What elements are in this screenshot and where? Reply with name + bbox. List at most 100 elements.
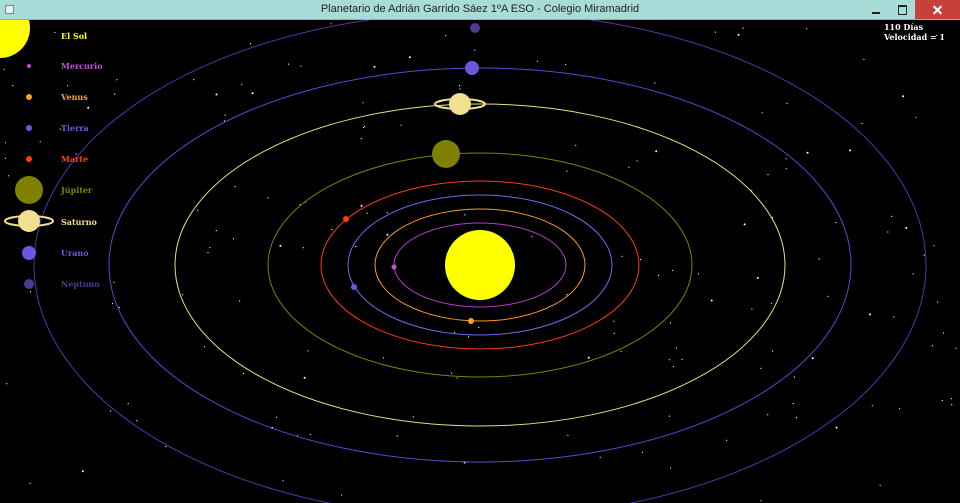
legend-label-mars: Marte	[61, 154, 89, 164]
star	[742, 27, 744, 29]
star	[136, 420, 138, 422]
close-button[interactable]	[915, 0, 960, 19]
maximize-button[interactable]	[889, 0, 915, 19]
starfield-svg	[0, 20, 957, 503]
star	[331, 228, 333, 231]
star	[113, 281, 115, 283]
star	[806, 151, 809, 154]
star	[193, 79, 195, 81]
star	[669, 322, 672, 324]
star	[566, 170, 568, 172]
planet-mars	[343, 216, 349, 222]
star	[112, 303, 114, 305]
star	[232, 238, 235, 240]
star	[6, 383, 8, 385]
star	[912, 273, 914, 275]
star	[330, 23, 332, 25]
star	[937, 301, 939, 303]
planetarium-canvas[interactable]: El Sol Mercurio Venus Tierra Marte Júpit…	[0, 20, 960, 503]
saturn-icon	[4, 210, 54, 232]
venus-icon	[26, 94, 32, 100]
info-panel: 110 Días Velocidad = 1	[884, 22, 945, 42]
star	[81, 470, 84, 473]
planet-mercury	[391, 264, 397, 270]
planet-venus	[468, 318, 474, 324]
star	[203, 346, 206, 348]
star	[893, 316, 895, 318]
title-bar[interactable]: Planetario de Adrián Garrido Sáez 1ºA ES…	[0, 0, 960, 20]
star	[364, 125, 366, 128]
star	[793, 376, 796, 378]
star	[215, 230, 217, 232]
star	[242, 373, 244, 375]
window-title: Planetario de Adrián Garrido Sáez 1ºA ES…	[320, 3, 640, 15]
star	[806, 28, 808, 30]
star	[386, 233, 389, 236]
star	[87, 106, 90, 109]
star	[302, 247, 304, 249]
star	[811, 357, 814, 360]
planet-earth	[351, 284, 357, 290]
star	[373, 65, 376, 68]
star	[279, 244, 282, 247]
star	[863, 58, 865, 61]
star	[785, 158, 787, 160]
star	[905, 226, 908, 229]
star	[110, 410, 112, 412]
star	[668, 415, 671, 417]
star	[672, 366, 674, 368]
star	[54, 31, 56, 34]
star	[951, 404, 953, 406]
star	[400, 124, 402, 126]
star	[587, 356, 590, 359]
star	[737, 33, 740, 36]
star	[341, 494, 343, 496]
star	[613, 320, 615, 322]
star	[628, 166, 630, 168]
legend-label-neptune: Neptuno	[61, 279, 100, 289]
legend-label-mercury: Mercurio	[61, 61, 103, 71]
star	[941, 399, 943, 402]
star	[474, 49, 476, 51]
star	[899, 408, 901, 410]
star	[670, 467, 672, 469]
star	[215, 93, 218, 96]
star	[681, 358, 683, 360]
star	[249, 43, 252, 45]
minimize-button[interactable]	[863, 0, 889, 19]
planet-neptune	[470, 23, 480, 33]
star	[458, 85, 461, 87]
star	[224, 114, 226, 116]
sun-icon	[0, 20, 30, 58]
star	[835, 221, 837, 224]
star	[303, 376, 306, 379]
star	[931, 345, 934, 347]
star	[835, 426, 838, 429]
star	[879, 484, 881, 486]
star	[620, 350, 622, 352]
star	[599, 456, 601, 458]
star	[710, 299, 713, 302]
legend-label-venus: Venus	[61, 92, 88, 102]
star	[891, 215, 893, 217]
star	[636, 160, 638, 162]
star	[869, 313, 871, 316]
star	[827, 295, 829, 297]
star	[127, 403, 129, 405]
star	[300, 65, 302, 67]
star	[309, 433, 311, 436]
star	[575, 144, 577, 146]
star	[654, 82, 656, 84]
star	[761, 112, 763, 114]
neptune-icon	[24, 279, 34, 289]
star	[464, 214, 466, 216]
star	[613, 332, 615, 334]
star	[871, 405, 873, 407]
star	[408, 56, 411, 59]
legend-icons	[0, 20, 54, 289]
star	[116, 79, 118, 81]
star	[726, 439, 728, 441]
star	[165, 446, 167, 448]
star	[396, 435, 398, 437]
star	[282, 480, 284, 482]
